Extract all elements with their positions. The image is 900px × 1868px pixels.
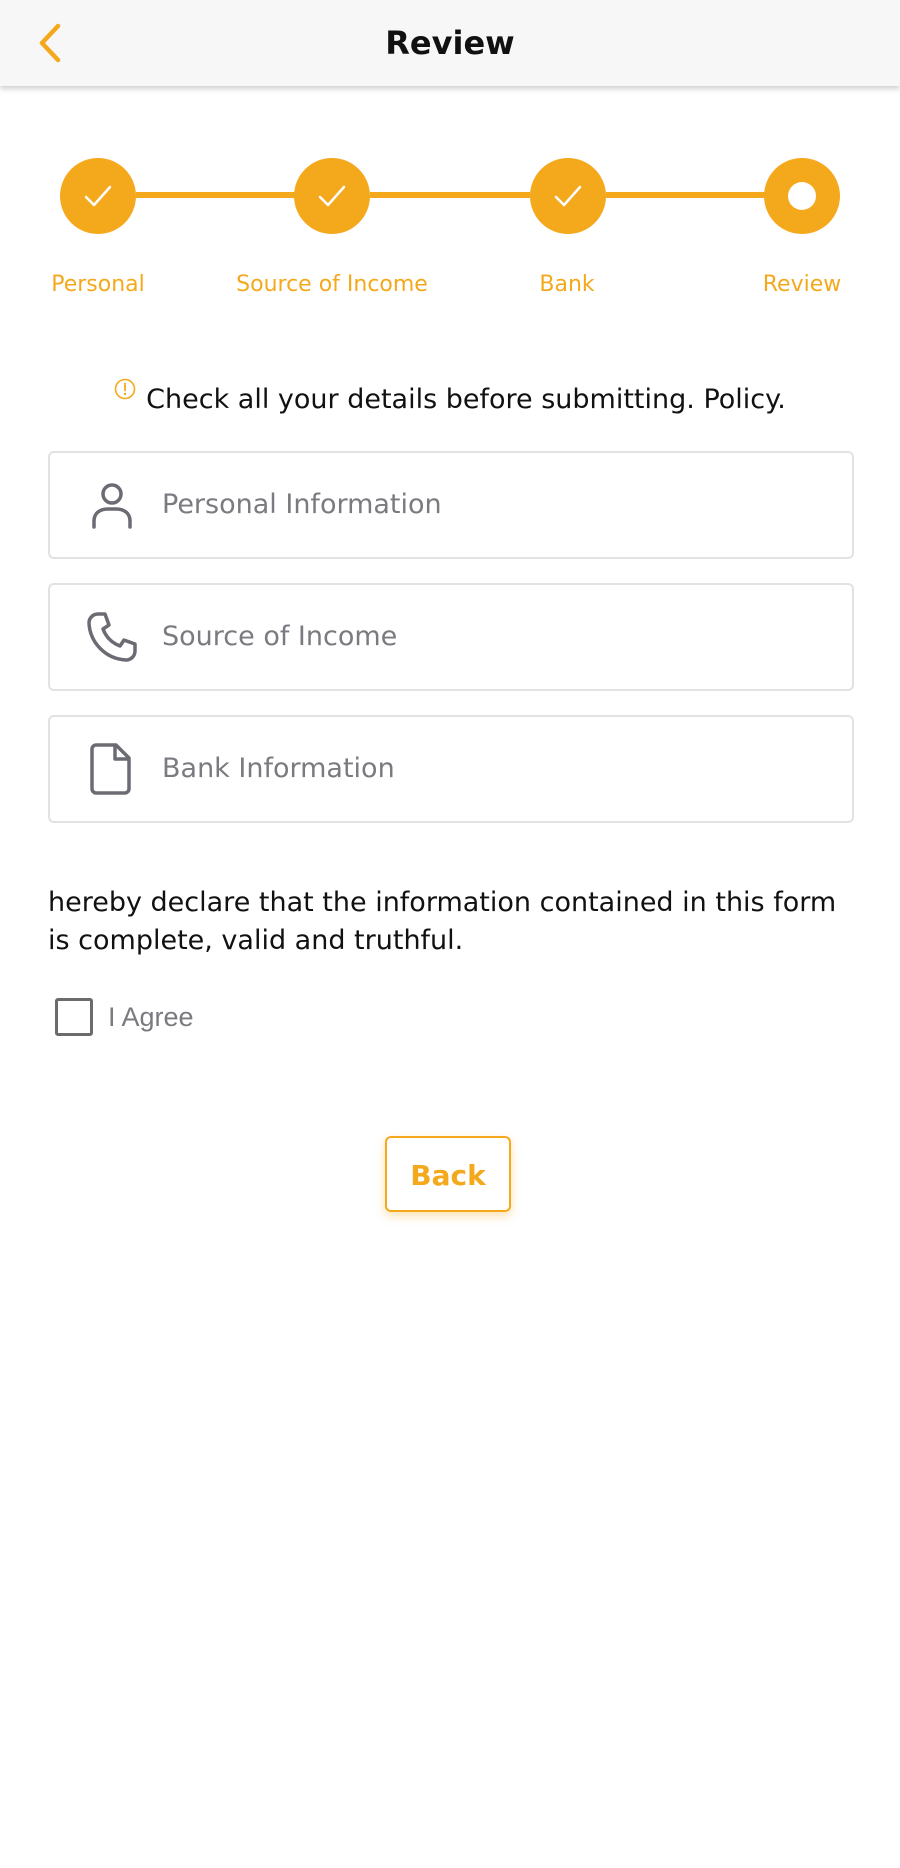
source-of-income-card[interactable]: Source of Income xyxy=(48,583,854,691)
card-label: Personal Information xyxy=(162,489,442,520)
phone-icon xyxy=(84,609,140,665)
review-notice: Check all your details before submitting… xyxy=(0,376,900,415)
step-review-indicator xyxy=(764,158,840,234)
agree-label[interactable]: I Agree xyxy=(108,998,194,1036)
step-label-review: Review xyxy=(762,272,842,297)
app-header: Review xyxy=(0,0,900,86)
step-label-bank: Bank xyxy=(539,272,595,297)
current-step-dot-icon xyxy=(788,182,816,210)
document-icon xyxy=(84,741,140,797)
check-icon xyxy=(84,185,112,207)
bank-information-card[interactable]: Bank Information xyxy=(48,715,854,823)
step-label-personal: Personal xyxy=(51,272,145,297)
step-connector xyxy=(136,192,296,198)
agree-checkbox[interactable] xyxy=(55,998,93,1036)
page-title: Review xyxy=(385,24,515,62)
card-label: Source of Income xyxy=(162,621,398,652)
step-label-source-of-income: Source of Income xyxy=(236,272,428,297)
step-connector xyxy=(606,192,766,198)
declaration-text: hereby declare that the information cont… xyxy=(48,887,837,956)
step-connector xyxy=(370,192,530,198)
user-icon xyxy=(84,477,140,533)
personal-information-card[interactable]: Personal Information xyxy=(48,451,854,559)
step-bank-indicator xyxy=(530,158,606,234)
back-button[interactable]: Back xyxy=(385,1136,511,1212)
info-circle-icon xyxy=(114,376,136,400)
step-source-of-income-indicator xyxy=(294,158,370,234)
notice-text: Check all your details before submitting… xyxy=(146,384,786,415)
check-icon xyxy=(554,185,582,207)
step-personal-indicator xyxy=(60,158,136,234)
check-icon xyxy=(318,185,346,207)
card-label: Bank Information xyxy=(162,753,395,784)
